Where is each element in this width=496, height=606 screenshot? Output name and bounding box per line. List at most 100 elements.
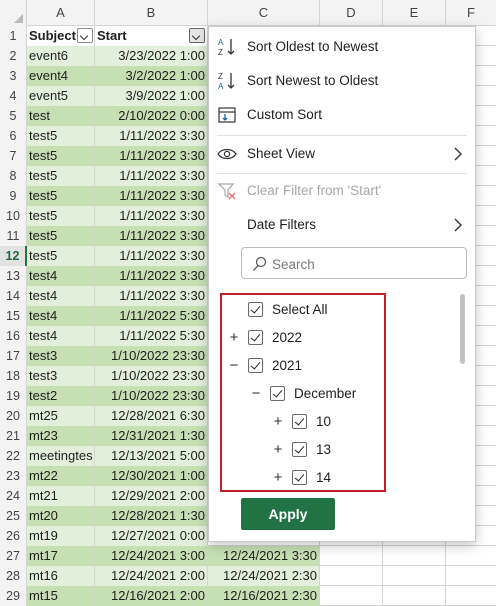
subject-cell[interactable]: mt25: [27, 406, 95, 426]
column-header-b[interactable]: B: [95, 0, 208, 26]
subject-filter-button[interactable]: [77, 28, 93, 43]
row-number[interactable]: 7: [0, 146, 27, 166]
subject-cell[interactable]: test3: [27, 346, 95, 366]
start-cell[interactable]: 1/11/2022 3:30: [95, 266, 208, 286]
collapse-icon[interactable]: −: [228, 358, 240, 374]
cell[interactable]: [383, 546, 446, 566]
row-number[interactable]: 29: [0, 586, 27, 606]
custom-sort-item[interactable]: Custom Sort: [209, 99, 475, 131]
row-number[interactable]: 19: [0, 386, 27, 406]
subject-cell[interactable]: mt16: [27, 566, 95, 586]
start-cell[interactable]: 12/16/2021 2:00: [95, 586, 208, 606]
filter-list-item[interactable]: +14: [222, 467, 382, 491]
start-cell[interactable]: 1/11/2022 3:30: [95, 186, 208, 206]
subject-cell[interactable]: test5: [27, 226, 95, 246]
row-number[interactable]: 14: [0, 286, 27, 306]
filter-list-item[interactable]: − December: [222, 383, 382, 407]
subject-cell[interactable]: test5: [27, 186, 95, 206]
start-cell[interactable]: 2/10/2022 0:00: [95, 106, 208, 126]
start-cell[interactable]: 12/27/2021 0:00: [95, 526, 208, 546]
cell[interactable]: [320, 546, 383, 566]
row-number[interactable]: 20: [0, 406, 27, 426]
filter-list-item[interactable]: +13: [222, 439, 382, 463]
clear-filter-item[interactable]: Clear Filter from 'Start': [209, 175, 475, 207]
row-number[interactable]: 23: [0, 466, 27, 486]
start-cell[interactable]: 3/2/2022 1:00: [95, 66, 208, 86]
sheet-view-item[interactable]: Sheet View: [209, 138, 475, 170]
row-number[interactable]: 22: [0, 446, 27, 466]
subject-cell[interactable]: event5: [27, 86, 95, 106]
expand-icon[interactable]: +: [228, 330, 240, 346]
row-number[interactable]: 27: [0, 546, 27, 566]
sort-newest-to-oldest-item[interactable]: Z A Sort Newest to Oldest: [209, 65, 475, 97]
filter-list-item[interactable]: − 2021: [222, 355, 382, 379]
search-input[interactable]: [272, 254, 458, 274]
row-number[interactable]: 21: [0, 426, 27, 446]
expand-icon[interactable]: +: [272, 470, 284, 486]
subject-cell[interactable]: mt21: [27, 486, 95, 506]
row-number[interactable]: 18: [0, 366, 27, 386]
row-number[interactable]: 4: [0, 86, 27, 106]
column-header-e[interactable]: E: [383, 0, 446, 26]
row-number[interactable]: 12: [0, 246, 27, 266]
filter-list-item[interactable]: Select All: [222, 299, 382, 323]
row-number[interactable]: 9: [0, 186, 27, 206]
subject-cell[interactable]: test5: [27, 166, 95, 186]
date-filters-item[interactable]: Date Filters: [209, 209, 475, 241]
filter-list-item[interactable]: +2022: [222, 327, 382, 351]
start-cell[interactable]: 12/28/2021 6:30: [95, 406, 208, 426]
row-number[interactable]: 10: [0, 206, 27, 226]
start-cell[interactable]: 1/10/2022 23:30: [95, 386, 208, 406]
subject-cell[interactable]: mt20: [27, 506, 95, 526]
checkbox[interactable]: [292, 442, 307, 457]
subject-cell[interactable]: test3: [27, 366, 95, 386]
checkbox[interactable]: [292, 414, 307, 429]
start-cell[interactable]: 12/31/2021 1:30: [95, 426, 208, 446]
checkbox[interactable]: [292, 470, 307, 485]
cell[interactable]: [446, 546, 496, 566]
subject-cell[interactable]: test4: [27, 326, 95, 346]
start-cell[interactable]: 1/11/2022 3:30: [95, 126, 208, 146]
start-cell[interactable]: 12/28/2021 1:30: [95, 506, 208, 526]
start-cell[interactable]: 12/13/2021 5:00: [95, 446, 208, 466]
subject-cell[interactable]: mt23: [27, 426, 95, 446]
row-number[interactable]: 5: [0, 106, 27, 126]
row-number[interactable]: 6: [0, 126, 27, 146]
end-cell[interactable]: 12/24/2021 2:30: [208, 566, 320, 586]
checkbox[interactable]: [248, 358, 263, 373]
row-number[interactable]: 25: [0, 506, 27, 526]
subject-cell[interactable]: test: [27, 106, 95, 126]
start-cell[interactable]: 3/9/2022 1:00: [95, 86, 208, 106]
subject-cell[interactable]: mt15: [27, 586, 95, 606]
row-number[interactable]: 28: [0, 566, 27, 586]
end-cell[interactable]: 12/16/2021 2:30: [208, 586, 320, 606]
sort-oldest-to-newest-item[interactable]: A Z Sort Oldest to Newest: [209, 31, 475, 63]
row-number[interactable]: 3: [0, 66, 27, 86]
subject-cell[interactable]: mt22: [27, 466, 95, 486]
subject-cell[interactable]: meetingtes: [27, 446, 95, 466]
row-number[interactable]: 8: [0, 166, 27, 186]
filter-values-list[interactable]: Select All +2022 −2021 − December +10 +13 +14: [220, 293, 386, 492]
column-header-d[interactable]: D: [320, 0, 383, 26]
start-cell[interactable]: 12/29/2021 2:00: [95, 486, 208, 506]
start-cell[interactable]: 12/24/2021 2:00: [95, 566, 208, 586]
subject-cell[interactable]: event4: [27, 66, 95, 86]
row-number[interactable]: 1: [0, 26, 27, 46]
column-header-a[interactable]: A: [27, 0, 95, 26]
subject-cell[interactable]: test5: [27, 146, 95, 166]
row-number[interactable]: 26: [0, 526, 27, 546]
subject-cell[interactable]: test5: [27, 126, 95, 146]
cell[interactable]: [320, 566, 383, 586]
start-cell[interactable]: 3/23/2022 1:00: [95, 46, 208, 66]
cell[interactable]: [383, 566, 446, 586]
start-cell[interactable]: 1/11/2022 5:30: [95, 306, 208, 326]
filter-list-item[interactable]: +10: [222, 411, 382, 435]
collapse-icon[interactable]: −: [250, 386, 262, 402]
cell[interactable]: [383, 586, 446, 606]
start-cell[interactable]: 1/10/2022 23:30: [95, 346, 208, 366]
list-scrollbar-thumb[interactable]: [460, 294, 465, 364]
cell[interactable]: [446, 566, 496, 586]
row-number[interactable]: 16: [0, 326, 27, 346]
start-cell[interactable]: 1/11/2022 3:30: [95, 166, 208, 186]
checkbox[interactable]: [248, 302, 263, 317]
